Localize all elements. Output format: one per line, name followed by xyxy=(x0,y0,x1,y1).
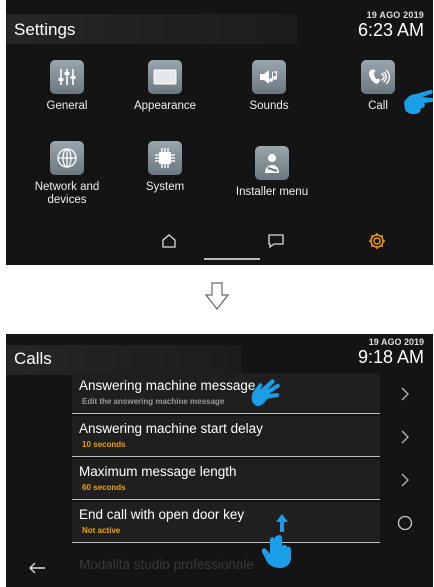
setting-row-answering-machine-message[interactable]: Answering machine message Edit the answe… xyxy=(72,373,380,414)
row-subtitle: Edit the answering machine message xyxy=(82,397,225,406)
row-subtitle: 60 seconds xyxy=(82,483,126,492)
page-title: Calls xyxy=(14,349,52,368)
row-title: Answering machine message xyxy=(79,378,256,393)
installer-wrench-icon xyxy=(255,146,289,180)
speaker-music-icon xyxy=(252,60,286,94)
gear-icon[interactable] xyxy=(365,230,389,252)
swipe-up-gesture-icon xyxy=(260,512,294,573)
globe-icon xyxy=(50,141,84,175)
clock-label: 9:18 AM xyxy=(357,347,424,367)
chip-icon xyxy=(148,141,182,175)
row-subtitle: Not active xyxy=(82,526,121,535)
date-label: 19 AGO 2019 xyxy=(368,337,424,347)
tile-label: Sounds xyxy=(249,100,289,112)
tile-installer-menu[interactable]: Installer menu xyxy=(222,146,322,199)
tile-label: Installer menu xyxy=(235,186,309,198)
radio-icon[interactable] xyxy=(396,514,414,532)
home-icon[interactable] xyxy=(157,230,181,252)
setting-row-faded: Modalità studio professionale xyxy=(79,557,254,572)
tile-label: Appearance xyxy=(133,100,197,112)
setting-row-answering-machine-start-delay[interactable]: Answering machine start delay 10 seconds xyxy=(72,416,380,457)
row-title: End call with open door key xyxy=(79,507,245,522)
row-title: Maximum message length xyxy=(79,464,237,479)
tile-general[interactable]: General xyxy=(17,60,117,113)
display-icon xyxy=(148,60,182,94)
row-title: Answering machine start delay xyxy=(79,421,263,436)
handset-signal-icon xyxy=(361,60,395,94)
date-label: 19 AGO 2019 xyxy=(366,10,424,20)
calls-screen: Calls 19 AGO 2019 9:18 AM Answering mach… xyxy=(6,334,433,587)
tile-network-and-devices[interactable]: Network and devices xyxy=(17,141,117,207)
down-arrow-icon xyxy=(204,282,230,315)
chevron-right-icon[interactable] xyxy=(396,428,414,446)
page-title: Settings xyxy=(14,20,76,39)
settings-screen: Settings 19 AGO 2019 6:23 AM General App… xyxy=(6,0,433,265)
chat-icon[interactable] xyxy=(264,230,288,252)
tile-system[interactable]: System xyxy=(115,141,215,194)
row-subtitle: 10 seconds xyxy=(82,440,126,449)
sliders-icon xyxy=(50,60,84,94)
chevron-right-icon[interactable] xyxy=(396,471,414,489)
tile-label: Network and devices xyxy=(34,181,100,206)
hand-pointer-icon xyxy=(249,378,283,417)
back-arrow-icon[interactable] xyxy=(28,561,46,580)
chevron-right-icon[interactable] xyxy=(396,385,414,403)
tile-label: General xyxy=(46,100,88,112)
clock-label: 6:23 AM xyxy=(357,20,424,40)
setting-row-maximum-message-length[interactable]: Maximum message length 60 seconds xyxy=(72,459,380,500)
hand-pointer-icon xyxy=(402,86,433,121)
home-indicator xyxy=(204,258,260,260)
tile-label: System xyxy=(145,181,185,193)
tile-sounds[interactable]: Sounds xyxy=(219,60,319,113)
tile-appearance[interactable]: Appearance xyxy=(115,60,215,113)
setting-row-end-call-with-open-door-key[interactable]: End call with open door key Not active xyxy=(72,502,380,543)
